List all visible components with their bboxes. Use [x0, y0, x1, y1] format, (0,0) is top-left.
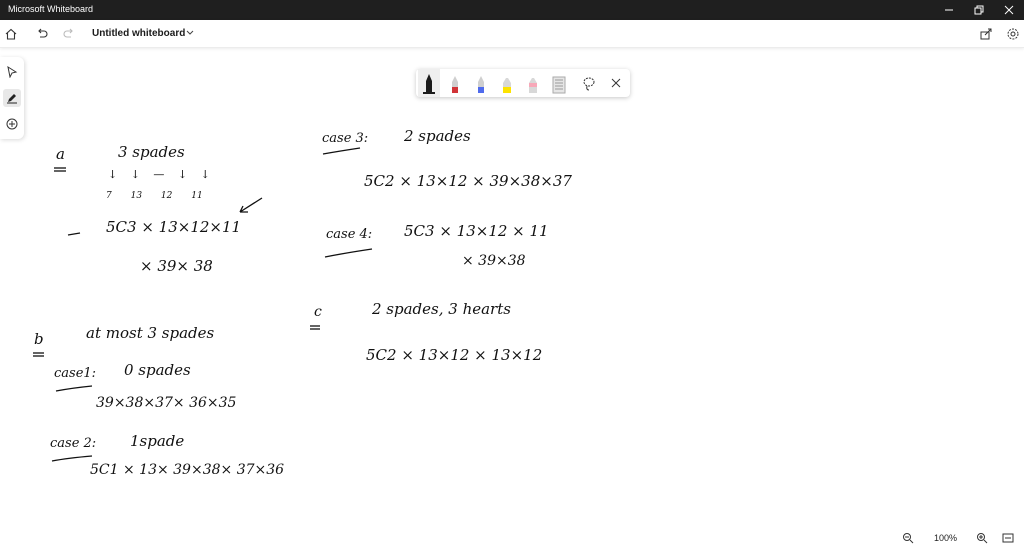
- case3-expression: 5C2 × 13×12 × 39×38×37: [364, 172, 572, 190]
- case4-expression-2: × 39×38: [462, 253, 526, 269]
- undo-button[interactable]: [33, 25, 51, 43]
- fit-screen-icon: [1002, 533, 1014, 543]
- part-c-expression: 5C2 × 13×12 × 13×12: [366, 346, 543, 364]
- part-a-expression-2: × 39× 38: [140, 257, 213, 275]
- case3-label: case 3:: [322, 131, 369, 146]
- part-a-arrows: ↓ ↓ — ↓ ↓: [108, 168, 210, 181]
- zoom-out-icon: [903, 533, 914, 544]
- case3-title: 2 spades: [404, 127, 471, 145]
- part-a-expression-1: 5C3 × 13×12×11: [106, 218, 242, 236]
- part-b-title: at most 3 spades: [86, 324, 215, 342]
- zoom-controls: 100%: [894, 528, 1024, 548]
- part-b-label: b: [34, 330, 44, 348]
- window-title: Microsoft Whiteboard: [8, 4, 94, 14]
- part-a-slot-values: 7 13 12 11: [106, 191, 203, 201]
- app-toolbar: Untitled whiteboard: [0, 20, 1024, 48]
- minimize-icon: [945, 9, 953, 11]
- redo-button[interactable]: [60, 25, 78, 43]
- board-title[interactable]: Untitled whiteboard: [92, 28, 185, 39]
- share-button[interactable]: [977, 25, 995, 43]
- part-c-title: 2 spades, 3 hearts: [372, 300, 511, 318]
- fit-to-screen-button[interactable]: [1000, 530, 1016, 546]
- zoom-in-icon: [977, 533, 988, 544]
- case1-title: 0 spades: [124, 361, 191, 379]
- home-icon: [5, 28, 17, 40]
- settings-button[interactable]: [1004, 25, 1022, 43]
- close-icon: [1004, 5, 1014, 15]
- case1-expression: 39×38×37× 36×35: [96, 395, 237, 411]
- redo-icon: [63, 28, 73, 38]
- gear-icon: [1007, 28, 1019, 40]
- case4-expression-1: 5C3 × 13×12 × 11: [404, 222, 549, 240]
- ink-decorations: [33, 147, 373, 462]
- chevron-down-icon[interactable]: [185, 27, 195, 37]
- home-button[interactable]: [2, 25, 20, 43]
- part-c-label: c: [314, 304, 322, 320]
- part-a-title: 3 spades: [118, 143, 185, 161]
- case2-label: case 2:: [50, 436, 97, 451]
- case2-expression: 5C1 × 13× 39×38× 37×36: [90, 462, 285, 478]
- restore-icon: [974, 5, 984, 15]
- zoom-level[interactable]: 100%: [934, 533, 957, 543]
- title-bar: Microsoft Whiteboard: [0, 0, 1024, 20]
- share-icon: [980, 28, 992, 40]
- minimize-button[interactable]: [934, 0, 964, 20]
- case2-title: 1spade: [130, 432, 185, 450]
- zoom-in-button[interactable]: [974, 530, 990, 546]
- close-button[interactable]: [994, 0, 1024, 20]
- undo-icon: [38, 28, 48, 38]
- restore-button[interactable]: [964, 0, 994, 20]
- part-a-label: a: [56, 145, 65, 163]
- case4-label: case 4:: [326, 227, 373, 242]
- case1-label: case1:: [54, 366, 97, 381]
- zoom-out-button[interactable]: [900, 530, 916, 546]
